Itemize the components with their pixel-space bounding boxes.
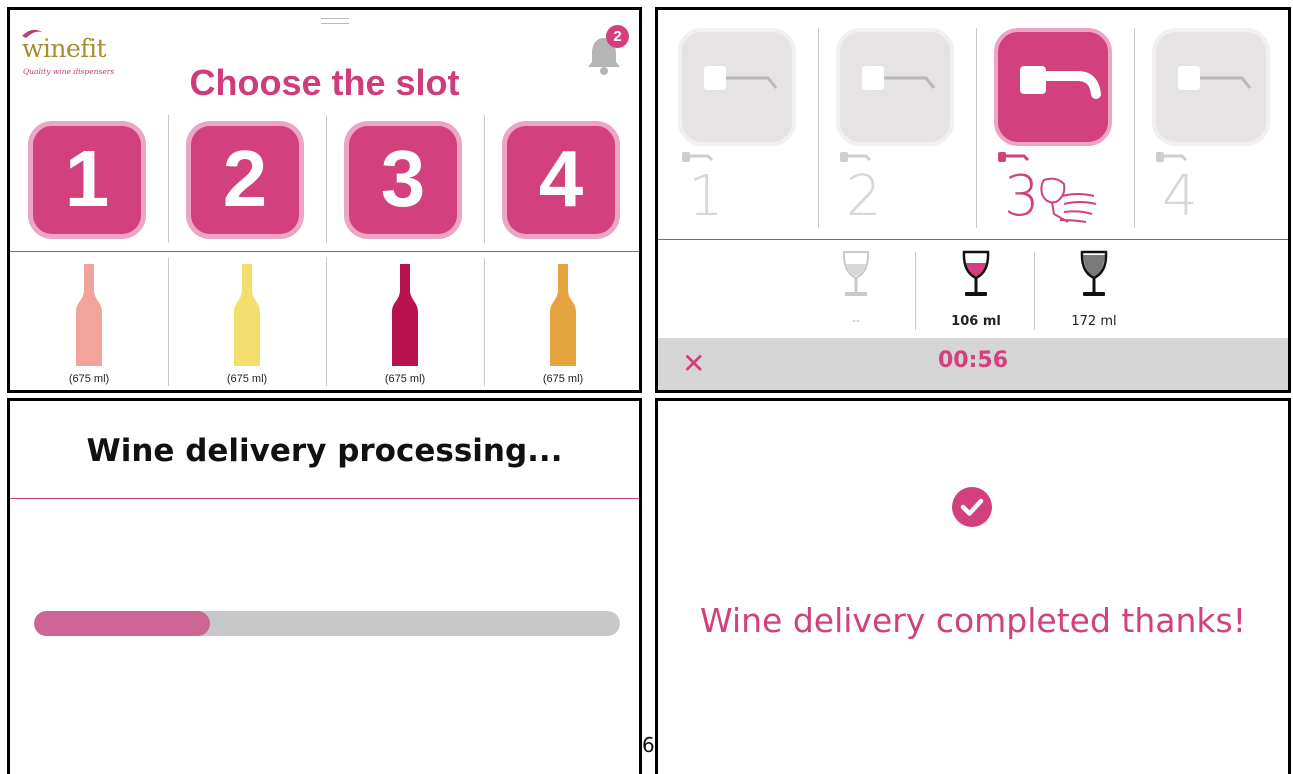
glass-option-empty[interactable]: -- [796, 246, 916, 336]
slot-cell-4: 4 [484, 113, 639, 245]
tap-number: 1 [688, 164, 724, 229]
tap-1-button[interactable] [678, 28, 796, 146]
countdown-timer: 00:56 [937, 348, 1009, 373]
page-title: Choose the slot [189, 62, 460, 103]
bottle-volume-label: (675 ml) [384, 373, 426, 385]
bottle-volume-label: (675 ml) [68, 373, 110, 385]
glass-volume-label: 172 ml [1071, 314, 1117, 329]
tap-icon [1020, 66, 1101, 99]
slot-1-button[interactable]: 1 [28, 121, 146, 239]
section-divider [10, 251, 639, 252]
wine-bottle-icon [234, 264, 260, 366]
tap-cell-1: 1 [658, 24, 816, 234]
bottle-volume-label: (675 ml) [226, 373, 268, 385]
dispense-footer: ✕ 00:56 [658, 338, 1288, 390]
divider [1034, 252, 1035, 330]
divider [976, 28, 977, 228]
bottle-cell-2: (675 ml) [168, 260, 326, 390]
tap-cell-3: 3 [974, 24, 1132, 234]
processing-title: Wine delivery processing... [86, 433, 563, 469]
bottle-cell-4: (675 ml) [484, 260, 639, 390]
progress-bar [34, 611, 620, 636]
divider [1134, 28, 1135, 228]
wine-bottle-icon [392, 264, 418, 366]
tap-2-button[interactable] [836, 28, 954, 146]
divider [915, 252, 916, 330]
bottle-cell-1: (675 ml) [10, 260, 168, 390]
tap-cell-2: 2 [816, 24, 974, 234]
wine-bottle-icon [550, 264, 576, 366]
progress-fill [34, 611, 210, 636]
dispense-panel: 1 2 3 4 -- 106 ml 172 ml ✕ 00:56 [655, 7, 1291, 393]
drag-handle[interactable] [321, 18, 349, 24]
slot-cell-1: 1 [10, 113, 168, 245]
bottle-cell-3: (675 ml) [326, 260, 484, 390]
section-divider [10, 498, 639, 499]
notification-badge: 2 [606, 25, 629, 48]
hand-glass-icon [1040, 177, 1097, 223]
tap-number: 2 [846, 164, 882, 229]
tap-icon [1178, 66, 1252, 90]
glass-option-106ml[interactable]: 106 ml [916, 246, 1036, 336]
check-circle-icon [952, 487, 992, 527]
tap-4-button[interactable] [1152, 28, 1270, 146]
tap-3-button[interactable] [994, 28, 1112, 146]
checkmark-icon [960, 498, 984, 516]
completed-panel: Wine delivery completed thanks! [655, 398, 1291, 774]
completion-message: Wine delivery completed thanks! [700, 601, 1246, 640]
stray-page-number: 6 [642, 733, 655, 757]
slot-4-button[interactable]: 4 [502, 121, 620, 239]
slot-cell-2: 2 [168, 113, 326, 245]
wine-glass-icon [842, 251, 870, 296]
tap-icon [862, 66, 936, 90]
glass-volume-label: -- [852, 314, 860, 327]
tap-cell-4: 4 [1132, 24, 1288, 234]
processing-panel: Wine delivery processing... [7, 398, 642, 774]
tap-number: 4 [1162, 164, 1198, 229]
wine-bottle-icon [76, 264, 102, 366]
section-divider [658, 239, 1288, 240]
tap-icon [704, 66, 778, 90]
wine-glass-icon [1080, 250, 1108, 296]
logo-word: winefit [22, 34, 107, 63]
divider [326, 115, 327, 243]
glass-option-172ml[interactable]: 172 ml [1034, 246, 1154, 336]
divider [168, 115, 169, 243]
divider [818, 28, 819, 228]
bottle-volume-label: (675 ml) [542, 373, 584, 385]
choose-slot-panel: winefit Quality wine dispensers 2 Choose… [7, 7, 642, 393]
divider [484, 115, 485, 243]
slot-3-button[interactable]: 3 [344, 121, 462, 239]
wine-glass-icon [962, 250, 990, 296]
slot-2-button[interactable]: 2 [186, 121, 304, 239]
glass-volume-label: 106 ml [951, 314, 1001, 329]
slot-cell-3: 3 [326, 113, 484, 245]
